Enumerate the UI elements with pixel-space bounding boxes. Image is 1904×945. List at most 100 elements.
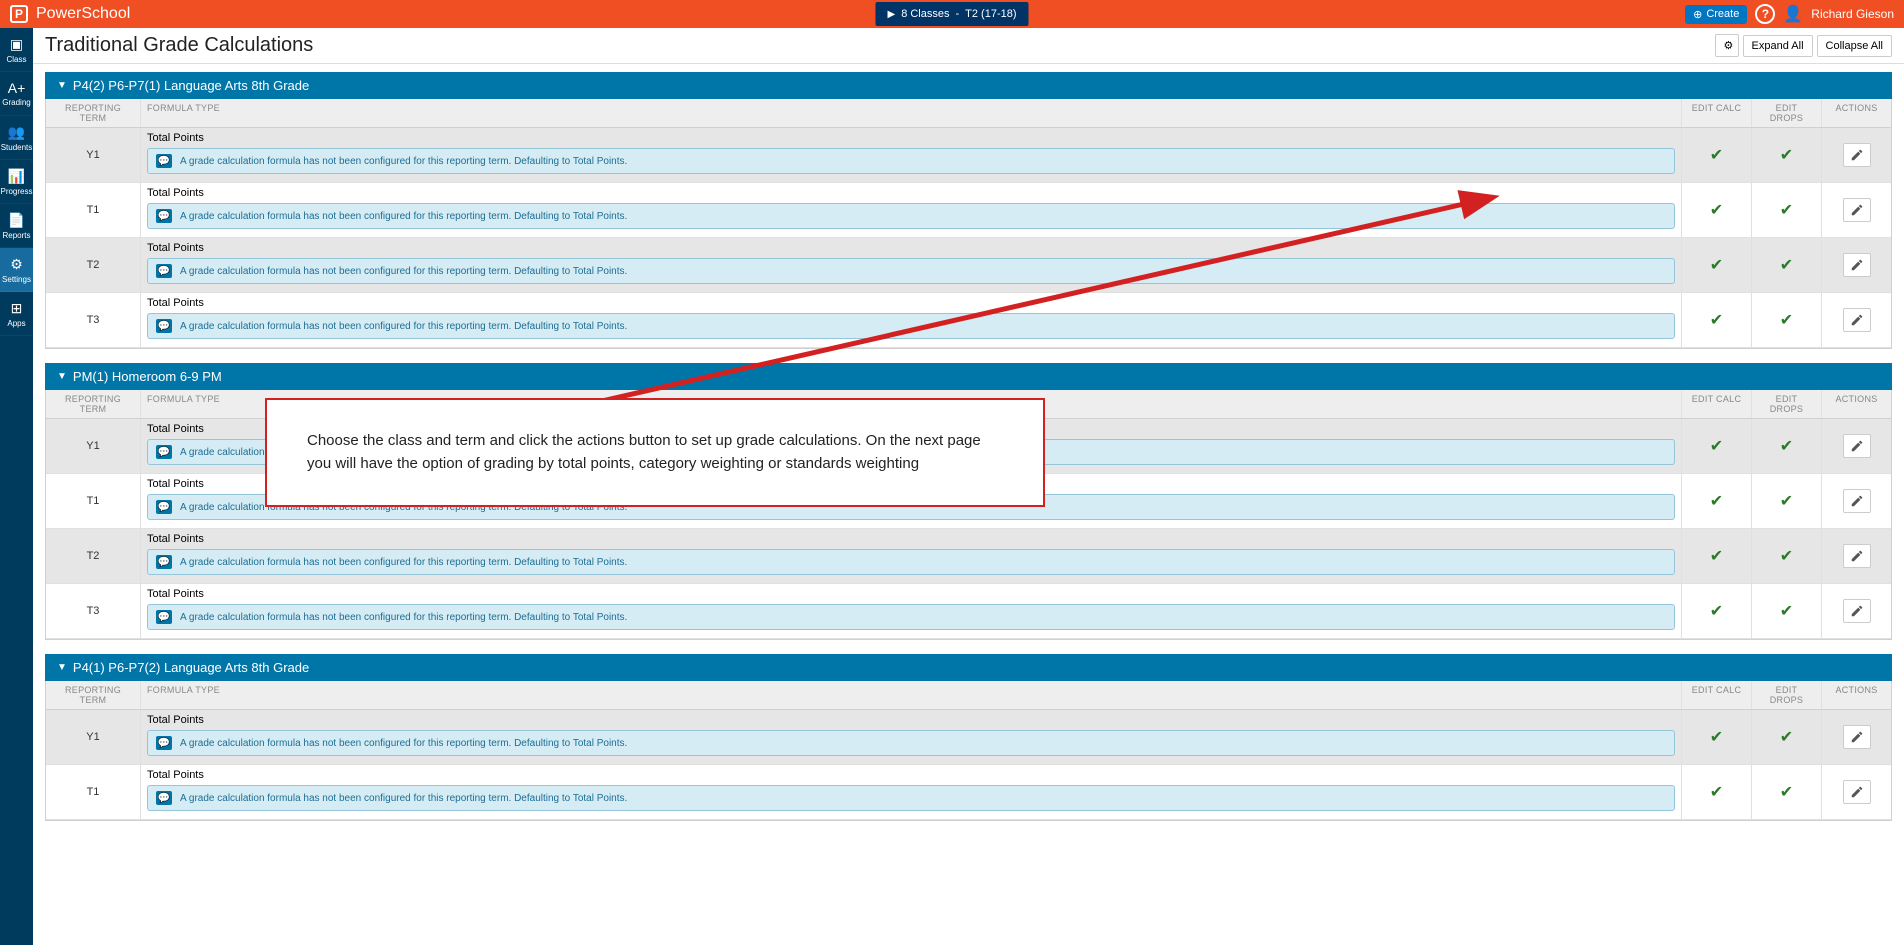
user-icon[interactable]: 👤	[1783, 4, 1803, 24]
class-icon: ▣	[10, 36, 23, 53]
edit-drops-cell: ✔	[1751, 529, 1821, 583]
edit-action-button[interactable]	[1843, 725, 1871, 749]
class-section: ▼P4(2) P6-P7(1) Language Arts 8th GradeR…	[45, 72, 1892, 349]
pencil-icon	[1850, 258, 1864, 272]
edit-action-button[interactable]	[1843, 253, 1871, 277]
edit-action-button[interactable]	[1843, 143, 1871, 167]
reporting-term-cell: T2	[46, 529, 141, 583]
message-icon: 💬	[156, 610, 172, 624]
class-count: 8 Classes	[901, 8, 949, 20]
edit-calc-cell: ✔	[1681, 128, 1751, 182]
formula-type-label: Total Points	[147, 714, 1675, 726]
message-icon: 💬	[156, 209, 172, 223]
edit-action-button[interactable]	[1843, 599, 1871, 623]
edit-drops-cell: ✔	[1751, 765, 1821, 819]
progress-icon: 📊	[8, 168, 25, 185]
pencil-icon	[1850, 549, 1864, 563]
term-row: T2Total Points💬A grade calculation formu…	[46, 238, 1891, 293]
reporting-term-cell: T2	[46, 238, 141, 292]
checkmark-icon: ✔	[1710, 255, 1723, 275]
page-header: Traditional Grade Calculations ⚙ Expand …	[33, 28, 1904, 64]
edit-calc-cell: ✔	[1681, 419, 1751, 473]
col-edit-drops: EDIT DROPS	[1751, 681, 1821, 709]
plus-icon: ⊕	[1693, 8, 1702, 21]
create-button[interactable]: ⊕ Create	[1685, 5, 1747, 24]
col-reporting-term: REPORTING TERM	[46, 99, 141, 127]
sidebar-item-apps[interactable]: ⊞Apps	[0, 292, 33, 336]
class-selector-button[interactable]: ▶ 8 Classes - T2 (17-18)	[875, 2, 1028, 26]
sidebar: ▣ Class A+ Grading 👥 Students 📊 Progress 📄Report…	[0, 28, 33, 945]
pencil-icon	[1850, 785, 1864, 799]
checkmark-icon: ✔	[1710, 145, 1723, 165]
checkmark-icon: ✔	[1780, 436, 1793, 456]
info-message-box: 💬A grade calculation formula has not bee…	[147, 313, 1675, 339]
info-message-text: A grade calculation formula has not been…	[180, 793, 627, 804]
col-formula-type: FORMULA TYPE	[141, 99, 1681, 127]
pencil-icon	[1850, 604, 1864, 618]
formula-type-label: Total Points	[147, 533, 1675, 545]
play-icon: ▶	[887, 9, 895, 20]
message-icon: 💬	[156, 319, 172, 333]
sidebar-item-settings[interactable]: ⚙Settings	[0, 248, 33, 292]
sidebar-item-progress[interactable]: 📊 Progress	[0, 160, 33, 204]
edit-calc-cell: ✔	[1681, 584, 1751, 638]
info-message-box: 💬A grade calculation formula has not bee…	[147, 549, 1675, 575]
sidebar-item-students[interactable]: 👥 Students	[0, 116, 33, 160]
sidebar-item-label: Students	[1, 143, 33, 152]
section-body: REPORTING TERMFORMULA TYPEEDIT CALCEDIT …	[45, 681, 1892, 821]
expand-all-button[interactable]: Expand All	[1743, 35, 1813, 57]
checkmark-icon: ✔	[1710, 491, 1723, 511]
edit-action-button[interactable]	[1843, 544, 1871, 568]
sidebar-item-grading[interactable]: A+ Grading	[0, 72, 33, 116]
reporting-term-cell: T3	[46, 293, 141, 347]
checkmark-icon: ✔	[1710, 782, 1723, 802]
section-header[interactable]: ▼PM(1) Homeroom 6-9 PM	[45, 363, 1892, 390]
sidebar-item-class[interactable]: ▣ Class	[0, 28, 33, 72]
sidebar-item-label: Grading	[2, 98, 30, 107]
page-actions: ⚙ Expand All Collapse All	[1715, 34, 1892, 57]
sidebar-item-label: Progress	[0, 187, 32, 196]
checkmark-icon: ✔	[1780, 546, 1793, 566]
edit-action-button[interactable]	[1843, 308, 1871, 332]
actions-cell	[1821, 128, 1891, 182]
sidebar-item-label: Class	[6, 55, 26, 64]
checkmark-icon: ✔	[1780, 200, 1793, 220]
logo-icon: P	[10, 5, 28, 23]
section-body: REPORTING TERMFORMULA TYPEEDIT CALCEDIT …	[45, 99, 1892, 349]
message-icon: 💬	[156, 736, 172, 750]
formula-cell: Total Points💬A grade calculation formula…	[141, 765, 1681, 819]
edit-action-button[interactable]	[1843, 198, 1871, 222]
reports-icon: 📄	[8, 212, 25, 229]
message-icon: 💬	[156, 264, 172, 278]
term-row: T3Total Points💬A grade calculation formu…	[46, 584, 1891, 639]
edit-action-button[interactable]	[1843, 489, 1871, 513]
grading-icon: A+	[8, 80, 26, 96]
logo-area: P PowerSchool	[0, 5, 140, 23]
collapse-all-button[interactable]: Collapse All	[1817, 35, 1892, 57]
edit-drops-cell: ✔	[1751, 474, 1821, 528]
section-header[interactable]: ▼P4(1) P6-P7(2) Language Arts 8th Grade	[45, 654, 1892, 681]
col-edit-drops: EDIT DROPS	[1751, 390, 1821, 418]
reporting-term-cell: T1	[46, 474, 141, 528]
help-icon[interactable]: ?	[1755, 4, 1775, 24]
checkmark-icon: ✔	[1710, 546, 1723, 566]
edit-action-button[interactable]	[1843, 434, 1871, 458]
edit-calc-cell: ✔	[1681, 710, 1751, 764]
students-icon: 👥	[8, 124, 25, 141]
section-header[interactable]: ▼P4(2) P6-P7(1) Language Arts 8th Grade	[45, 72, 1892, 99]
info-message-box: 💬 A grade calculation formula has not bee…	[147, 203, 1675, 229]
annotation-text: Choose the class and term and click the …	[307, 432, 981, 472]
formula-type-label: Total Points	[147, 132, 1675, 144]
caret-down-icon: ▼	[57, 371, 67, 382]
pencil-icon	[1850, 439, 1864, 453]
checkmark-icon: ✔	[1780, 601, 1793, 621]
actions-cell	[1821, 584, 1891, 638]
info-message-box: 💬A grade calculation formula has not bee…	[147, 148, 1675, 174]
edit-action-button[interactable]	[1843, 780, 1871, 804]
info-message-text: A grade calculation formula has not been…	[180, 211, 627, 222]
reporting-term-cell: T3	[46, 584, 141, 638]
gear-button[interactable]: ⚙	[1715, 34, 1739, 57]
message-icon: 💬	[156, 154, 172, 168]
formula-type-label: Total Points	[147, 769, 1675, 781]
sidebar-item-reports[interactable]: 📄Reports	[0, 204, 33, 248]
